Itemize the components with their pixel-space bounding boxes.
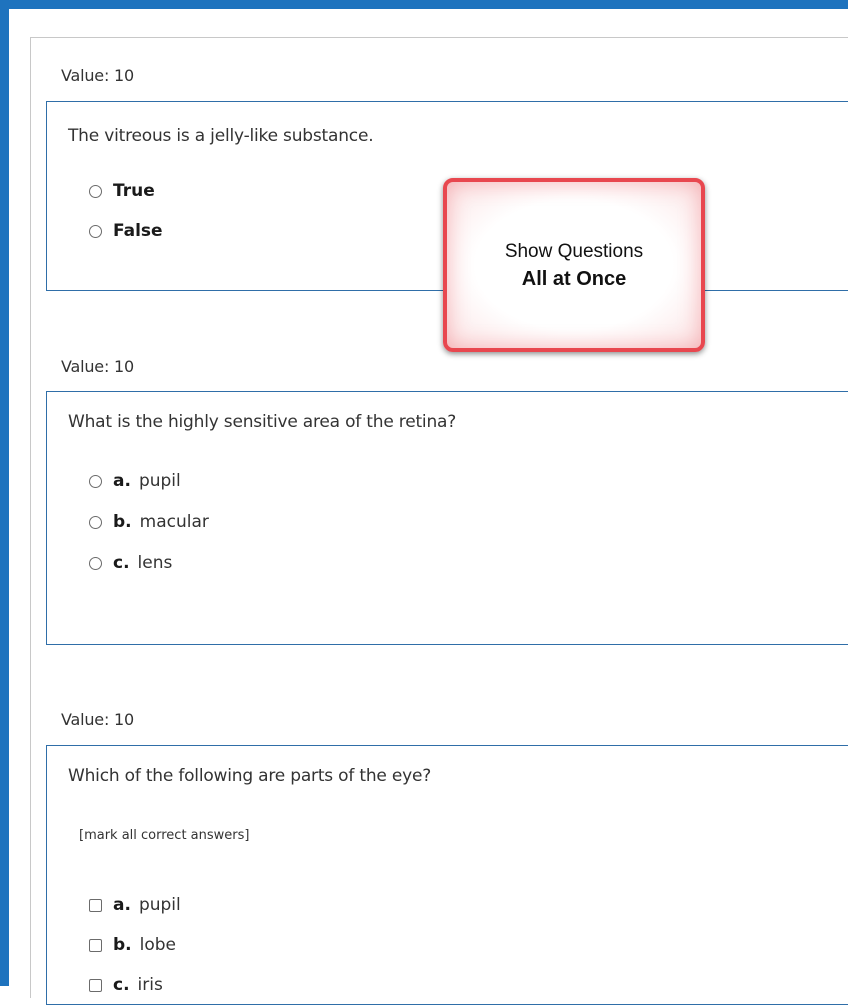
- question-1-option-false[interactable]: False: [89, 219, 163, 243]
- radio-button[interactable]: [89, 474, 102, 488]
- question-2-box: What is the highly sensitive area of the…: [46, 391, 848, 645]
- checkbox[interactable]: [89, 938, 102, 952]
- option-label: lens: [137, 553, 173, 573]
- checkbox[interactable]: [89, 898, 102, 912]
- option-label: macular: [139, 512, 209, 532]
- question-3-box: Which of the following are parts of the …: [46, 745, 848, 1005]
- option-letter: b.: [113, 935, 132, 955]
- option-letter: a.: [113, 895, 131, 915]
- question-1-value: Value: 10: [61, 66, 134, 85]
- question-2-value: Value: 10: [61, 357, 134, 376]
- radio-button[interactable]: [89, 224, 102, 238]
- question-3-option-b[interactable]: b. lobe: [89, 933, 176, 957]
- radio-button[interactable]: [89, 556, 102, 570]
- question-2-option-a[interactable]: a. pupil: [89, 469, 181, 493]
- question-2-option-c[interactable]: c. lens: [89, 551, 172, 575]
- option-label: False: [113, 221, 163, 241]
- question-2-option-b[interactable]: b. macular: [89, 510, 209, 534]
- option-letter: c.: [113, 553, 130, 573]
- option-letter: c.: [113, 975, 130, 995]
- callout-line-2: All at Once: [521, 268, 627, 290]
- option-label: pupil: [138, 471, 181, 491]
- question-2-text: What is the highly sensitive area of the…: [68, 412, 457, 432]
- question-3-hint: [mark all correct answers]: [79, 828, 250, 843]
- question-3-option-c[interactable]: c. iris: [89, 973, 163, 997]
- question-3-value: Value: 10: [61, 710, 134, 729]
- option-label: iris: [137, 975, 163, 995]
- question-3-option-a[interactable]: a. pupil: [89, 893, 181, 917]
- question-1-text: The vitreous is a jelly-like substance.: [68, 126, 374, 146]
- radio-button[interactable]: [89, 515, 102, 529]
- question-1-option-true[interactable]: True: [89, 179, 155, 203]
- option-letter: b.: [113, 512, 132, 532]
- checkbox[interactable]: [89, 978, 102, 992]
- radio-button[interactable]: [89, 184, 102, 198]
- option-letter: a.: [113, 471, 131, 491]
- question-3-text: Which of the following are parts of the …: [68, 766, 432, 786]
- option-label: pupil: [138, 895, 181, 915]
- option-label: lobe: [139, 935, 177, 955]
- callout-line-1: Show Questions: [504, 241, 644, 262]
- option-label: True: [113, 181, 155, 201]
- show-questions-callout: Show Questions All at Once: [443, 178, 705, 352]
